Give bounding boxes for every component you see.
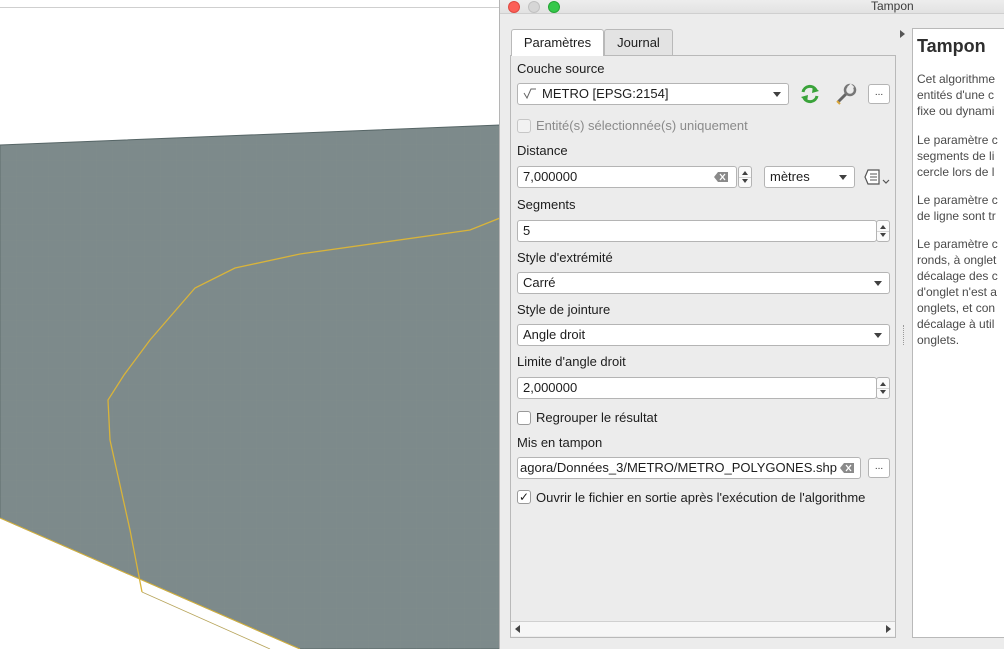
chevron-down-icon: [874, 281, 882, 286]
segments-stepper[interactable]: [876, 220, 890, 242]
wrench-icon[interactable]: [834, 82, 858, 106]
distance-label: Distance: [517, 143, 568, 158]
distance-unit-combo[interactable]: mètres: [764, 166, 855, 188]
source-layer-label: Couche source: [517, 61, 605, 76]
dissolve-checkbox[interactable]: [517, 411, 531, 425]
chevron-down-icon: [839, 175, 847, 180]
parameters-panel: [510, 55, 896, 638]
open-output-checkbox[interactable]: ✓: [517, 490, 531, 504]
distance-input[interactable]: 7,000000: [517, 166, 737, 188]
output-path-input[interactable]: agora/Données_3/METRO/METRO_POLYGONES.sh…: [517, 457, 861, 479]
horizontal-scrollbar[interactable]: [511, 621, 895, 636]
collapse-arrow-icon[interactable]: [900, 30, 905, 38]
output-browse-button[interactable]: ...: [868, 458, 890, 478]
miter-limit-label: Limite d'angle droit: [517, 354, 626, 369]
join-style-label: Style de jointure: [517, 302, 611, 317]
zoom-window-button[interactable]: [548, 1, 560, 13]
end-cap-value: Carré: [523, 275, 556, 290]
source-options-button[interactable]: ...: [868, 84, 890, 104]
buffer-dialog: Tampon Paramètres Journal Couche source …: [499, 0, 1004, 649]
join-style-value: Angle droit: [523, 327, 586, 342]
help-pane: Tampon Cet algorithme entités d'une c fi…: [912, 28, 1004, 638]
refresh-icon[interactable]: [798, 83, 822, 105]
end-cap-label: Style d'extrémité: [517, 250, 613, 265]
output-path-value: agora/Données_3/METRO/METRO_POLYGONES.sh…: [520, 460, 837, 475]
output-label: Mis en tampon: [517, 435, 603, 450]
title-bar: Tampon: [500, 0, 1004, 14]
line-layer-icon: [523, 88, 536, 100]
source-layer-value: METRO [EPSG:2154]: [542, 86, 669, 101]
help-paragraph-4: Le paramètre c ronds, à onglet décalage …: [917, 237, 998, 347]
help-paragraph-3: Le paramètre c de ligne sont tr: [917, 193, 998, 223]
selected-only-checkbox[interactable]: [517, 119, 531, 133]
clear-icon[interactable]: [714, 172, 728, 182]
distance-unit-value: mètres: [770, 169, 810, 184]
distance-value: 7,000000: [523, 169, 578, 184]
tab-journal[interactable]: Journal: [604, 29, 673, 55]
scroll-right-icon[interactable]: [886, 625, 891, 633]
distance-stepper[interactable]: [738, 166, 752, 188]
map-layer: [0, 124, 500, 649]
close-window-button[interactable]: [508, 1, 520, 13]
clear-icon[interactable]: [840, 463, 854, 473]
data-defined-override-icon[interactable]: [864, 168, 890, 188]
miter-limit-stepper[interactable]: [876, 377, 890, 399]
splitter-handle[interactable]: [903, 325, 905, 345]
miter-limit-value: 2,000000: [523, 380, 578, 395]
window-title: Tampon: [871, 0, 914, 13]
chevron-down-icon: [874, 333, 882, 338]
open-output-label: Ouvrir le fichier en sortie après l'exéc…: [536, 490, 866, 505]
help-paragraph-2: Le paramètre c segments de li cercle lor…: [917, 133, 998, 179]
selected-only-label: Entité(s) sélectionnée(s) uniquement: [536, 118, 748, 133]
chevron-down-icon: [773, 92, 781, 97]
dissolve-label: Regrouper le résultat: [536, 410, 658, 425]
tab-parametres[interactable]: Paramètres: [511, 29, 604, 56]
segments-input[interactable]: 5: [517, 220, 877, 242]
source-layer-combo[interactable]: METRO [EPSG:2154]: [517, 83, 789, 105]
map-canvas[interactable]: [0, 0, 500, 649]
help-title: Tampon: [917, 36, 986, 56]
end-cap-combo[interactable]: Carré: [517, 272, 890, 294]
minimize-window-button[interactable]: [528, 1, 540, 13]
join-style-combo[interactable]: Angle droit: [517, 324, 890, 346]
segments-label: Segments: [517, 197, 576, 212]
scroll-left-icon[interactable]: [515, 625, 520, 633]
help-paragraph-1: Cet algorithme entités d'une c fixe ou d…: [917, 72, 996, 118]
segments-value: 5: [523, 223, 531, 238]
miter-limit-input[interactable]: 2,000000: [517, 377, 877, 399]
